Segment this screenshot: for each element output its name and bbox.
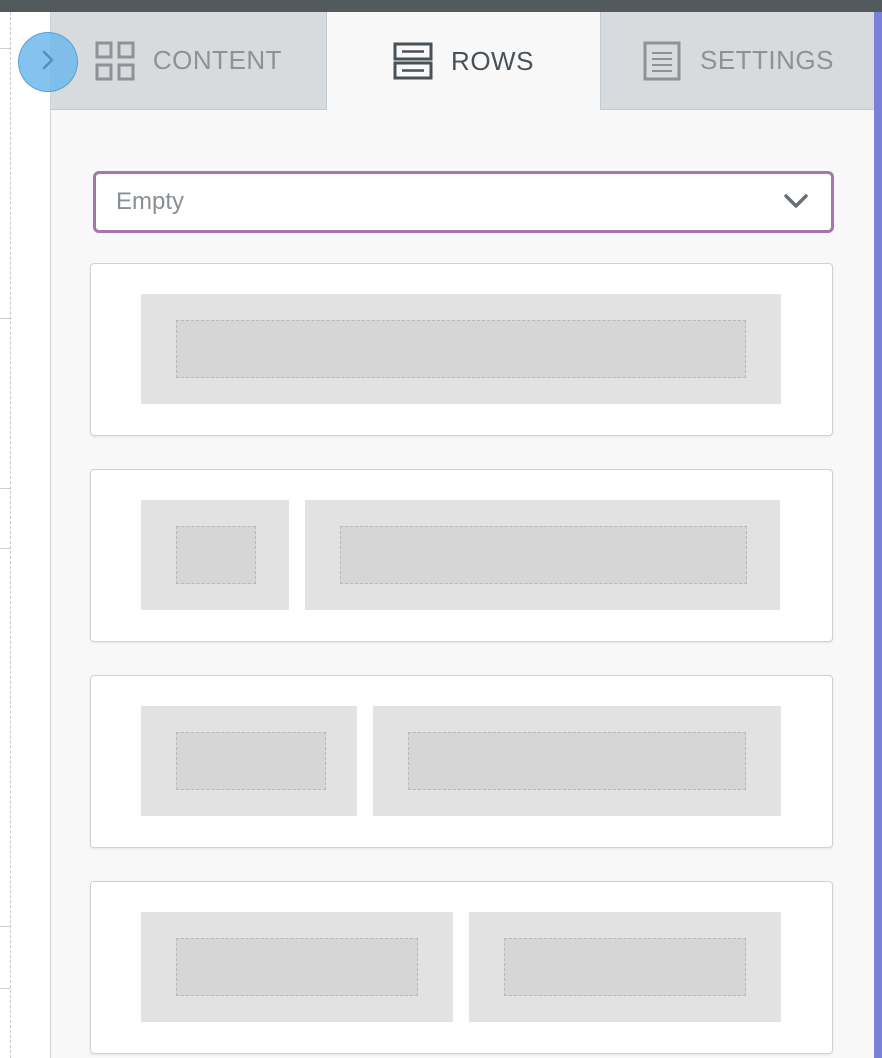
document-icon (642, 41, 682, 81)
builder-panel: CONTENT ROWS SETTINGS Empty (50, 12, 875, 1058)
grid-icon (95, 41, 135, 81)
tab-settings[interactable]: SETTINGS (601, 12, 875, 110)
column-placeholder (340, 526, 747, 584)
layout-column (141, 294, 781, 404)
row-layout-2-columns-1-1[interactable] (90, 881, 833, 1054)
tab-content-label: CONTENT (152, 45, 283, 75)
row-category-select[interactable]: Empty (93, 171, 834, 233)
layout-column (141, 500, 289, 610)
layout-column (141, 912, 453, 1022)
canvas-guide-tick (0, 488, 10, 489)
column-placeholder (176, 526, 256, 584)
tab-rows[interactable]: ROWS (327, 12, 601, 110)
canvas-guide-tick (0, 318, 10, 319)
layout-column (373, 706, 781, 816)
canvas-guide-tick (0, 926, 10, 927)
column-placeholder (504, 938, 746, 996)
column-placeholder (408, 732, 746, 790)
column-placeholder (176, 320, 746, 378)
canvas-guide-tick (0, 988, 10, 989)
row-layout-2-columns-1-3[interactable] (90, 469, 833, 642)
layout-column (305, 500, 780, 610)
collapse-panel-button[interactable] (18, 32, 78, 92)
canvas-guide-line (10, 12, 11, 1058)
canvas-edge (0, 12, 50, 1058)
chevron-down-icon (783, 188, 809, 216)
row-layout-1-column[interactable] (90, 263, 833, 436)
canvas-guide-tick (0, 48, 10, 49)
panel-resize-edge (874, 12, 882, 1058)
panel-tabs: CONTENT ROWS SETTINGS (51, 12, 875, 110)
column-placeholder (176, 732, 326, 790)
tab-settings-label: SETTINGS (699, 45, 834, 75)
column-placeholder (176, 938, 418, 996)
layout-column (469, 912, 781, 1022)
tab-content[interactable]: CONTENT (51, 12, 327, 110)
row-category-value: Empty (116, 188, 185, 215)
rows-icon (393, 41, 433, 81)
chevron-right-icon (40, 49, 56, 76)
tab-rows-label: ROWS (451, 45, 534, 76)
canvas-guide-tick (0, 548, 10, 549)
layout-column (141, 706, 357, 816)
row-layout-2-columns-1-2[interactable] (90, 675, 833, 848)
top-bar (0, 0, 882, 12)
